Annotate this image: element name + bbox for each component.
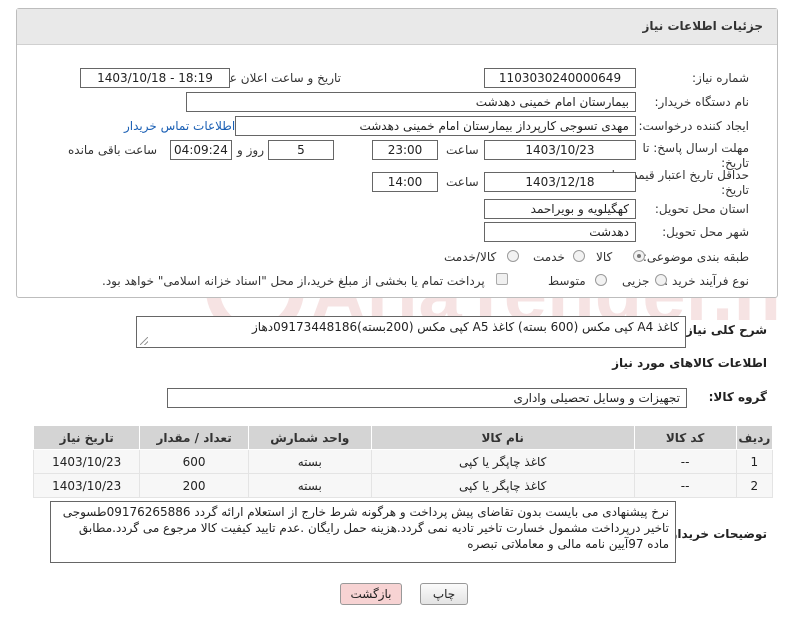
province-label: استان محل تحویل:	[654, 202, 749, 216]
buyer-org-label: نام دستگاه خریدار:	[654, 95, 750, 109]
table-row: 2 -- کاغذ چاپگر یا کپی بسته 200 1403/10/…	[32, 473, 774, 498]
price-validity-date: 1403/12/18	[484, 172, 636, 192]
remaining-label: ساعت باقی مانده	[68, 143, 158, 157]
col-date: تاریخ نیاز	[32, 425, 141, 450]
cell-name: کاغذ چاپگر یا کپی	[370, 473, 635, 498]
col-qty: تعداد / مقدار	[139, 425, 249, 450]
buyer-notes-label: توضیحات خریدار:	[665, 527, 767, 541]
summary-text: کاغذ A4 کپی مکس (600 بسته) کاغذ A5 کپی م…	[252, 320, 679, 334]
category-option-service: خدمت	[533, 250, 565, 264]
purchase-radio-medium[interactable]	[595, 274, 607, 286]
table-header-row: ردیف کد کالا نام کالا واحد شمارش تعداد /…	[32, 425, 774, 450]
province-field: کهگیلویه و بویراحمد	[484, 199, 636, 219]
cell-code: --	[633, 473, 737, 498]
city-field: دهدشت	[484, 222, 636, 242]
col-name: نام کالا	[370, 425, 635, 450]
buyer-org-field: بیمارستان امام خمینی دهدشت	[186, 92, 636, 112]
category-option-both: کالا/خدمت	[444, 250, 497, 264]
validity-time-label: ساعت	[446, 175, 479, 189]
cell-name: کاغذ چاپگر یا کپی	[370, 449, 635, 474]
cell-qty: 200	[139, 473, 249, 498]
announce-datetime-field: 1403/10/18 - 18:19	[80, 68, 230, 88]
panel-header: جزئیات اطلاعات نیاز	[17, 9, 777, 45]
treasury-note: پرداخت تمام یا بخشی از مبلغ خرید،از محل …	[102, 274, 485, 288]
requester-label: ایجاد کننده درخواست:	[638, 119, 749, 133]
buyer-contact-link[interactable]: اطلاعات تماس خریدار	[124, 119, 235, 133]
summary-label: شرح کلی نیاز:	[681, 323, 767, 337]
table-row: 1 -- کاغذ چاپگر یا کپی بسته 600 1403/10/…	[32, 449, 774, 474]
need-number-field: 1103030240000649	[484, 68, 636, 88]
cell-code: --	[633, 449, 737, 474]
category-radio-service[interactable]	[573, 250, 585, 262]
cell-unit: بسته	[247, 449, 372, 474]
cell-row: 1	[735, 449, 774, 474]
reply-deadline-label: مهلت ارسال پاسخ: تا تاریخ:	[642, 141, 749, 170]
print-button[interactable]: چاپ	[420, 583, 468, 605]
col-row: ردیف	[735, 425, 774, 450]
city-label: شهر محل تحویل:	[662, 225, 749, 239]
col-unit: واحد شمارش	[247, 425, 372, 450]
need-number-label: شماره نیاز:	[692, 71, 749, 85]
cell-date: 1403/10/23	[32, 473, 141, 498]
goods-group-field: تجهیزات و وسایل تحصیلی واداری	[167, 388, 687, 408]
panel-title: جزئیات اطلاعات نیاز	[642, 19, 763, 33]
category-radio-goods[interactable]	[633, 250, 645, 262]
days-label: روز و	[237, 143, 264, 157]
resize-grip-icon[interactable]	[140, 337, 148, 345]
buyer-notes-text: نرخ پیشنهادی می بایست بدون تقاضای پیش پر…	[62, 505, 669, 551]
treasury-checkbox[interactable]	[496, 273, 508, 285]
category-option-goods: کالا	[596, 250, 613, 264]
goods-group-label: گروه کالا:	[708, 390, 767, 404]
back-button[interactable]: بازگشت	[340, 583, 402, 605]
cell-row: 2	[735, 473, 774, 498]
purchase-option-minor: جزیی	[622, 274, 650, 288]
purchase-radio-minor[interactable]	[655, 274, 667, 286]
buyer-notes-field: نرخ پیشنهادی می بایست بدون تقاضای پیش پر…	[50, 501, 676, 563]
cell-qty: 600	[139, 449, 249, 474]
cell-date: 1403/10/23	[32, 449, 141, 474]
reply-deadline-date: 1403/10/23	[484, 140, 636, 160]
reply-deadline-time: 23:00	[372, 140, 438, 160]
summary-field: کاغذ A4 کپی مکس (600 بسته) کاغذ A5 کپی م…	[136, 316, 686, 348]
col-code: کد کالا	[633, 425, 737, 450]
purchase-type-label: نوع فرآیند خرید :	[664, 274, 749, 288]
goods-table: ردیف کد کالا نام کالا واحد شمارش تعداد /…	[32, 425, 774, 498]
cell-unit: بسته	[247, 473, 372, 498]
remaining-days: 5	[268, 140, 334, 160]
remaining-time: 04:09:24	[170, 140, 232, 160]
goods-section-title: اطلاعات کالاهای مورد نیاز	[612, 356, 767, 370]
price-validity-time: 14:00	[372, 172, 438, 192]
purchase-option-medium: متوسط	[548, 274, 586, 288]
reply-time-label: ساعت	[446, 143, 479, 157]
category-radio-both[interactable]	[507, 250, 519, 262]
requester-field: مهدی تسوجی کارپرداز بیمارستان امام خمینی…	[235, 116, 636, 136]
category-label: طبقه بندی موضوعی:	[642, 250, 749, 264]
